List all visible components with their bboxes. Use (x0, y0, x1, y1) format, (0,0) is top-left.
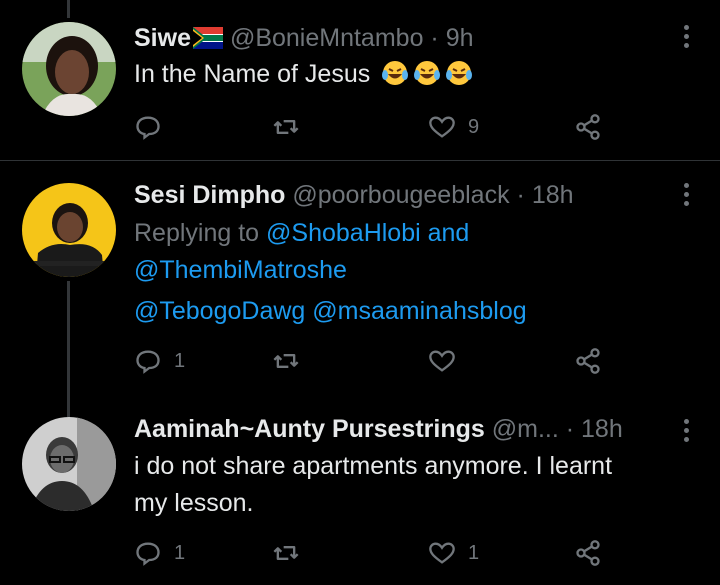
tweet-text: i do not share apartments anymore. I lea… (134, 452, 613, 517)
mention-link[interactable]: @ShobaHlobi (266, 219, 421, 247)
like-button[interactable] (428, 346, 468, 376)
tweet-text[interactable]: @TebogoDawg @msaaminahsblog (134, 293, 527, 330)
reply-button[interactable] (134, 112, 174, 142)
avatar[interactable] (22, 183, 116, 277)
tweet-1[interactable]: Siwe @BonieMntambo · 9h In the Name of J… (0, 0, 720, 161)
handle[interactable]: @BonieMntambo (230, 24, 424, 52)
south-africa-flag-icon (192, 27, 223, 56)
timestamp[interactable]: 18h (581, 415, 623, 443)
tweet-actions: 9 (134, 112, 720, 142)
tweet-3[interactable]: Aaminah~Aunty Pursestrings @m... · 18h i… (0, 395, 720, 585)
retweet-icon (273, 120, 299, 134)
tears-of-joy-emoji-icon (413, 59, 441, 87)
heart-icon (429, 350, 455, 372)
handle[interactable]: @poorbougeeblack (292, 181, 509, 209)
share-icon (576, 348, 600, 374)
mention-link[interactable]: @ThembiMatroshe (134, 256, 347, 284)
reply-count: 1 (174, 349, 186, 372)
share-button[interactable] (574, 346, 602, 376)
heart-icon (429, 542, 455, 564)
like-button[interactable]: 1 (428, 538, 479, 568)
retweet-button[interactable] (272, 346, 300, 376)
avatar[interactable] (22, 417, 116, 511)
reply-button[interactable]: 1 (134, 346, 185, 376)
retweet-icon (273, 546, 299, 560)
more-options-icon[interactable] (684, 183, 690, 210)
like-count: 9 (468, 115, 480, 138)
share-button[interactable] (574, 112, 602, 142)
tweet-actions: 1 1 (134, 538, 720, 568)
tears-of-joy-emoji-icon (381, 59, 409, 87)
tweet-actions: 1 (134, 346, 720, 376)
timestamp[interactable]: 18h (532, 181, 574, 209)
reply-button[interactable]: 1 (134, 538, 185, 568)
tweet-header: Siwe @BonieMntambo · 9h (134, 24, 474, 56)
more-options-icon[interactable] (684, 419, 690, 446)
tweet-2[interactable]: Sesi Dimpho @poorbougeeblack · 18h Reply… (0, 161, 720, 395)
tweet-header: Sesi Dimpho @poorbougeeblack · 18h (134, 181, 574, 209)
reply-icon (136, 116, 160, 140)
more-options-icon[interactable] (684, 25, 690, 52)
share-button[interactable] (574, 538, 602, 568)
tweet-header: Aaminah~Aunty Pursestrings @m... · 18h (134, 415, 623, 443)
share-icon (576, 114, 600, 140)
retweet-icon (273, 354, 299, 368)
retweet-button[interactable] (272, 538, 300, 568)
reply-icon (136, 350, 160, 374)
heart-icon (429, 116, 455, 138)
thread-line (67, 281, 70, 395)
avatar[interactable] (22, 22, 116, 116)
share-icon (576, 540, 600, 566)
thread-line (67, 0, 70, 18)
display-name[interactable]: Sesi Dimpho (134, 181, 285, 209)
tweet-text: In the Name of Jesus (134, 56, 473, 93)
thread-line (67, 395, 70, 417)
display-name[interactable]: Siwe (134, 24, 191, 52)
tears-of-joy-emoji-icon (445, 59, 473, 87)
retweet-button[interactable] (272, 112, 300, 142)
timestamp[interactable]: 9h (446, 24, 474, 52)
handle[interactable]: @m... (492, 415, 559, 443)
like-button[interactable]: 9 (428, 112, 479, 142)
reply-icon (136, 542, 160, 566)
display-name[interactable]: Aaminah~Aunty Pursestrings (134, 415, 485, 443)
replying-to: Replying to @ShobaHlobi and @ThembiMatro… (134, 219, 470, 284)
like-count: 1 (468, 541, 480, 564)
reply-count: 1 (174, 541, 186, 564)
